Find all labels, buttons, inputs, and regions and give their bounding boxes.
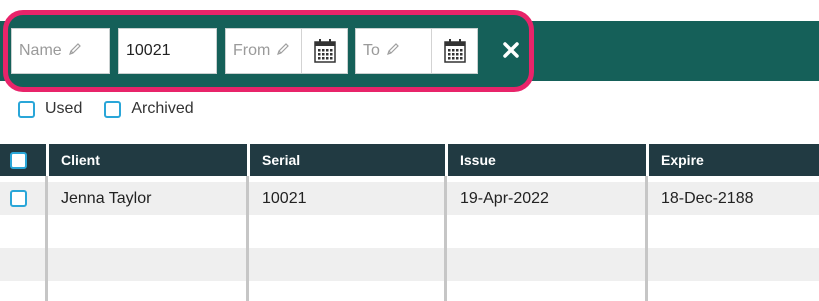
from-date-input[interactable]: From — [225, 28, 348, 74]
from-calendar-button[interactable] — [301, 29, 347, 73]
column-header-expire[interactable]: Expire — [649, 144, 819, 176]
column-header-serial[interactable]: Serial — [250, 144, 445, 176]
archived-checkbox[interactable] — [104, 100, 122, 118]
empty-row — [0, 248, 819, 281]
pencil-icon — [386, 42, 400, 61]
serial-filter-input[interactable]: 10021 — [118, 28, 217, 74]
cell-issue: 19-Apr-2022 — [460, 189, 549, 207]
pencil-icon — [276, 42, 290, 61]
column-divider[interactable] — [645, 176, 648, 301]
serial-filter-value: 10021 — [126, 42, 171, 59]
column-divider[interactable] — [45, 176, 48, 301]
to-date-placeholder: To — [363, 42, 380, 59]
cell-serial: 10021 — [262, 189, 307, 207]
archived-label: Archived — [131, 100, 194, 117]
empty-row — [0, 281, 819, 301]
calendar-icon — [313, 39, 336, 63]
cell-expire: 18-Dec-2188 — [661, 189, 754, 207]
status-checkboxes: Used Archived — [18, 100, 216, 118]
cell-client: Jenna Taylor — [61, 189, 152, 207]
empty-row — [0, 215, 819, 248]
column-header-client[interactable]: Client — [49, 144, 247, 176]
row-checkbox[interactable] — [10, 190, 27, 207]
column-divider[interactable] — [444, 176, 447, 301]
select-all-checkbox[interactable] — [10, 151, 27, 169]
header-select-cell — [0, 144, 46, 176]
to-calendar-button[interactable] — [431, 29, 477, 73]
from-date-placeholder: From — [233, 42, 271, 59]
used-checkbox[interactable] — [18, 100, 35, 118]
clear-filters-button[interactable] — [497, 36, 525, 64]
column-divider[interactable] — [246, 176, 249, 301]
name-filter-placeholder: Name — [19, 42, 62, 59]
close-icon — [503, 42, 519, 58]
used-label: Used — [45, 100, 83, 117]
table-row[interactable]: Jenna Taylor 10021 19-Apr-2022 18-Dec-21… — [0, 182, 819, 215]
calendar-icon — [443, 39, 466, 63]
column-header-issue[interactable]: Issue — [448, 144, 646, 176]
to-date-input[interactable]: To — [355, 28, 478, 74]
name-filter-input[interactable]: Name — [11, 28, 110, 74]
pencil-icon — [68, 42, 82, 61]
row-select-cell — [0, 182, 46, 215]
